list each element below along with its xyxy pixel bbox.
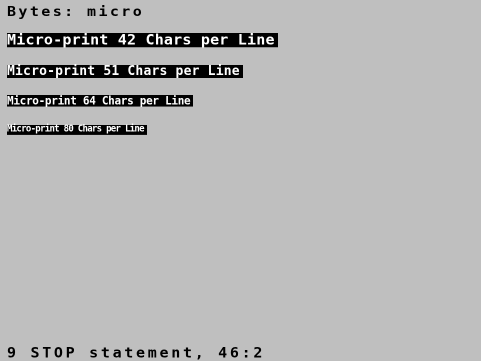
status-message: 9 STOP statement, 46:2 <box>7 344 266 361</box>
load-header: Bytes: micro <box>7 3 145 20</box>
micro-print-line-51: Micro-print 51 Chars per Line <box>7 65 243 78</box>
micro-print-line-42: Micro-print 42 Chars per Line <box>7 33 278 48</box>
micro-print-line-80: Micro-print 80 Chars per Line <box>7 124 147 135</box>
emulator-screen: Bytes: micro Micro-print 42 Chars per Li… <box>0 0 481 361</box>
micro-print-line-64: Micro-print 64 Chars per Line <box>7 95 194 107</box>
